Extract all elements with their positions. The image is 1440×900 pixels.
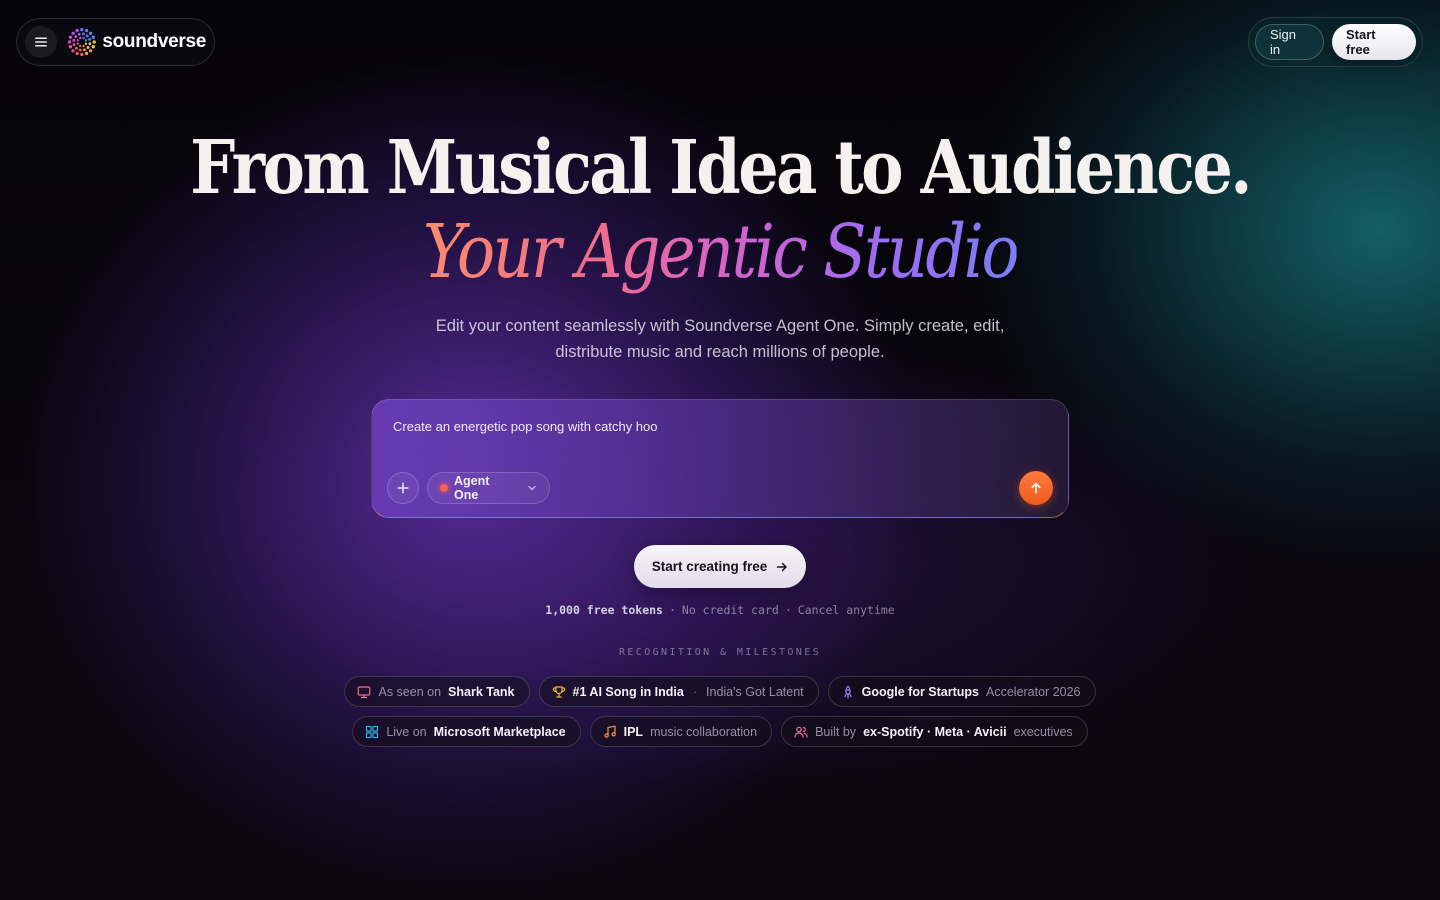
agent-status-dot [440, 484, 448, 492]
arrow-right-icon [777, 562, 788, 571]
fineprint: 1,000 free tokens · No credit card · Cancel … [0, 603, 1440, 617]
start-creating-button[interactable]: Start creating free [634, 545, 806, 588]
prompt-box[interactable]: Create an energetic pop song with catchy… [371, 399, 1069, 518]
badge-bold: IPL [623, 724, 644, 739]
menu-button[interactable] [25, 26, 57, 58]
hero-title: From Musical Idea to Audience. [190, 125, 1252, 211]
nav-auth-pill: Sign in Start free [1248, 17, 1423, 67]
agent-label: Agent One [453, 474, 490, 502]
brand-name[interactable]: soundverse [102, 31, 206, 53]
badge-pre: Built by [815, 724, 857, 739]
arrow-up-icon [1031, 482, 1041, 494]
badge-bold: #1 AI Song in India [572, 684, 684, 699]
badge-microsoft-marketplace: Live on Microsoft Marketplace [352, 716, 581, 747]
badge-post: India's Got Latent [706, 684, 804, 699]
fineprint-separator: · [784, 603, 792, 617]
badge-ai-song-india: #1 AI Song in India · India's Got Latent [538, 676, 819, 707]
agent-selector[interactable]: Agent One [427, 472, 550, 504]
hero-description: Edit your content seamlessly with Soundv… [0, 313, 1440, 365]
badges-row-2: Live on Microsoft Marketplace IPL music … [0, 716, 1440, 747]
fineprint-tokens: 1,000 free tokens [545, 603, 663, 617]
soundverse-logo-icon[interactable] [67, 27, 97, 57]
badges-row-1: As seen on Shark Tank #1 AI Song in Indi… [0, 676, 1440, 707]
users-icon [794, 726, 808, 738]
start-free-button[interactable]: Start free [1332, 24, 1416, 60]
badge-post: executives [1013, 724, 1073, 739]
recognition-heading: RECOGNITION & MILESTONES [618, 647, 822, 658]
music-note-icon [604, 725, 616, 738]
trophy-icon [552, 685, 565, 698]
badge-bold: Shark Tank [448, 684, 515, 699]
nav-brand-pill: soundverse [16, 18, 215, 66]
plus-icon [397, 482, 409, 494]
badge-bold: ex-Spotify · Meta · Avicii [863, 724, 1007, 739]
badge-shark-tank: As seen on Shark Tank [344, 676, 530, 707]
badge-separator: · [692, 684, 698, 699]
badge-google-startups: Google for Startups Accelerator 2026 [827, 676, 1096, 707]
sign-in-button[interactable]: Sign in [1255, 24, 1324, 60]
badge-post: Accelerator 2026 [986, 684, 1081, 699]
add-attachment-button[interactable] [387, 472, 419, 504]
badge-ipl: IPL music collaboration [589, 716, 773, 747]
start-creating-label: Start creating free [651, 559, 768, 574]
hero-description-line-1: Edit your content seamlessly with Soundv… [435, 317, 1005, 335]
fineprint-separator: · [668, 603, 676, 617]
send-button[interactable] [1019, 471, 1053, 505]
badge-built-by: Built by ex-Spotify · Meta · Avicii exec… [781, 716, 1088, 747]
rocket-icon [844, 685, 852, 698]
hero-description-line-2: distribute music and reach millions of p… [555, 343, 885, 361]
badge-bold: Google for Startups [861, 684, 979, 699]
badge-pre: Live on [386, 724, 427, 739]
badge-bold: Microsoft Marketplace [433, 724, 566, 739]
prompt-input[interactable]: Create an energetic pop song with catchy… [393, 419, 658, 434]
fineprint-cancel: Cancel anytime [797, 603, 895, 617]
hero-subtitle: Your Agentic Studio [101, 208, 1339, 296]
chevron-down-icon [528, 485, 536, 491]
badge-post: music collaboration [650, 724, 758, 739]
hamburger-icon [34, 37, 47, 47]
badge-pre: As seen on [378, 684, 442, 699]
fineprint-no-card: No credit card [681, 603, 779, 617]
tv-icon [358, 685, 371, 698]
hero-subtitle-text: Your Agentic Studio [422, 209, 1020, 295]
grid-icon [366, 725, 379, 738]
